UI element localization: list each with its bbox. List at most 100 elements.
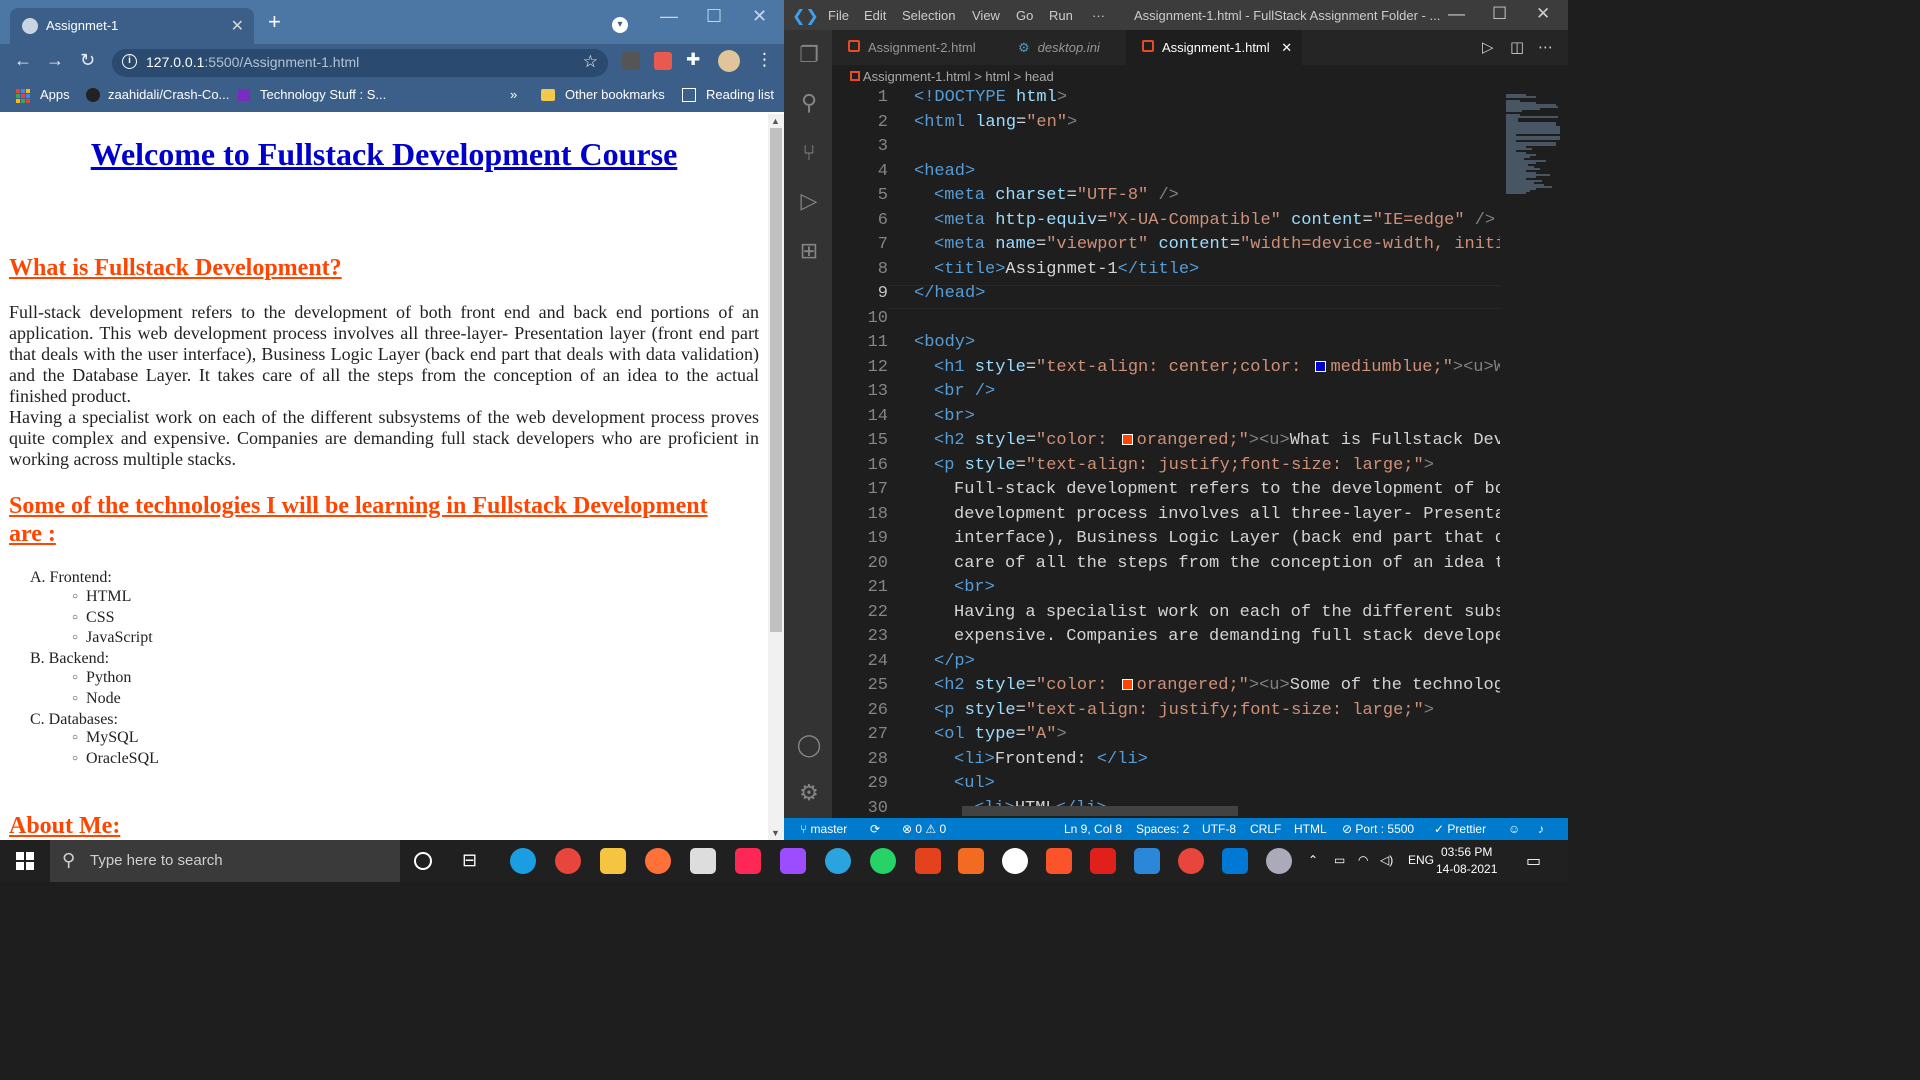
cortana-icon[interactable] [414,852,432,870]
indentation[interactable]: Spaces: 2 [1136,822,1189,836]
bookmark-star-icon[interactable]: ☆ [583,52,598,72]
color-swatch[interactable] [1315,360,1327,372]
close-window-icon[interactable]: ✕ [752,6,767,27]
notifications-icon[interactable]: ▭ [1526,851,1541,871]
reload-icon[interactable]: ↻ [80,50,95,71]
search-icon[interactable]: ⚲ [796,90,822,116]
office-icon[interactable] [915,848,941,874]
code-editor[interactable]: 1 2 3 4 5 6 7 8 9 10 11 12 13 14 15 16 17 18 19 20 21 22 23 24 2… [832,88,1568,818]
volume-icon[interactable]: ◁) [1380,853,1393,867]
chevron-up-icon[interactable]: ⌃ [1308,853,1318,867]
scroll-down-icon[interactable]: ▼ [771,828,780,838]
minimap[interactable] [1500,88,1568,818]
whatsapp-icon[interactable] [870,848,896,874]
extensions-icon[interactable]: ⊞ [796,238,822,264]
maximize-icon[interactable]: ☐ [1492,4,1507,24]
minimize-icon[interactable]: — [1448,4,1465,24]
settings-gear-icon[interactable]: ⚙ [796,780,822,806]
extension-icon[interactable] [654,52,672,70]
bookmark-apps[interactable]: Apps [40,87,70,102]
kebab-menu-icon[interactable]: ⋮ [756,50,774,69]
tab-assignment-2[interactable]: Assignment-2.html [832,30,1002,65]
source-control-icon[interactable]: ⑂ [796,140,822,166]
other-bookmarks[interactable]: Other bookmarks [565,87,665,102]
close-tab-icon[interactable]: ✕ [231,16,244,36]
breadcrumb-file[interactable]: Assignment-1.html [863,69,971,84]
battery-icon[interactable]: ▭ [1334,853,1345,867]
run-file-icon[interactable]: ▷ [1482,38,1494,56]
vscode-taskbar-icon[interactable] [1222,848,1248,874]
breadcrumb-html[interactable]: html [985,69,1010,84]
address-bar[interactable]: i 127.0.0.1:5500/Assignment-1.html ☆ [112,49,608,77]
line-ending[interactable]: CRLF [1250,822,1281,836]
menu-run[interactable]: Run [1049,8,1073,23]
maximize-icon[interactable]: ☐ [706,6,722,27]
menu-more[interactable]: ··· [1092,8,1105,23]
intellij-icon[interactable] [735,848,761,874]
info-icon[interactable]: i [122,54,137,69]
color-swatch[interactable] [1121,679,1133,691]
reading-list[interactable]: Reading list [706,87,774,102]
menu-selection[interactable]: Selection [902,8,955,23]
edge-icon[interactable] [510,848,536,874]
color-swatch[interactable] [1121,434,1133,446]
chrome-icon[interactable] [555,848,581,874]
notifications-bell-icon[interactable]: ♪ [1538,822,1544,836]
bookmarks-overflow[interactable]: » [510,87,517,102]
page-scrollbar[interactable]: ▲ ▼ [768,114,784,840]
language-mode[interactable]: HTML [1294,822,1327,836]
menu-view[interactable]: View [972,8,1000,23]
tab-assignment-1[interactable]: Assignment-1.html ✕ [1126,30,1302,65]
prettier-status[interactable]: ✓ Prettier [1434,822,1486,836]
extension-cube-icon[interactable] [622,52,640,70]
new-tab-button[interactable]: + [268,11,281,33]
encoding[interactable]: UTF-8 [1202,822,1236,836]
app-icon[interactable] [1002,848,1028,874]
live-server-port[interactable]: ⊘ Port : 5500 [1342,822,1414,836]
git-branch[interactable]: ⑂ master [800,822,847,836]
telegram-icon[interactable] [825,848,851,874]
input-language[interactable]: ENG [1408,853,1434,867]
chrome-icon[interactable] [1178,848,1204,874]
forward-icon[interactable]: → [46,50,64,71]
horizontal-scrollbar[interactable] [962,806,1238,816]
problems-indicator[interactable]: ⊗ 0 ⚠ 0 [902,822,946,836]
app-icon[interactable] [1266,848,1292,874]
accounts-icon[interactable]: ◯ [796,732,822,758]
explorer-icon[interactable]: ❐ [796,42,822,68]
cursor-position[interactable]: Ln 9, Col 8 [1064,822,1122,836]
scroll-up-icon[interactable]: ▲ [771,116,780,126]
store-icon[interactable] [690,848,716,874]
acrobat-icon[interactable] [1090,848,1116,874]
bookmark-technology[interactable]: Technology Stuff : S... [260,87,386,102]
scrollbar-thumb[interactable] [770,128,782,632]
file-explorer-icon[interactable] [600,848,626,874]
app-icon[interactable] [1134,848,1160,874]
bookmark-github[interactable]: zaahidali/Crash-Co... [108,87,229,102]
more-actions-icon[interactable]: ⋯ [1538,38,1553,56]
sync-icon[interactable]: ⟳ [870,822,880,836]
close-tab-icon[interactable]: ✕ [1281,40,1292,55]
minimize-icon[interactable]: — [660,6,678,27]
brave-icon[interactable] [1046,848,1072,874]
close-window-icon[interactable]: ✕ [1536,4,1550,24]
feedback-icon[interactable]: ☺ [1508,822,1520,836]
avatar[interactable] [718,50,740,72]
task-view-icon[interactable]: ⊟ [462,850,488,876]
app-icon[interactable] [958,848,984,874]
run-debug-icon[interactable]: ▷ [796,188,822,214]
tab-search-icon[interactable]: ▾ [612,17,628,33]
menu-go[interactable]: Go [1016,8,1033,23]
breadcrumb-head[interactable]: head [1025,69,1054,84]
app-icon[interactable] [780,848,806,874]
menu-file[interactable]: File [828,8,849,23]
firefox-icon[interactable] [645,848,671,874]
taskbar-search[interactable]: ⚲ Type here to search [50,840,400,882]
clock[interactable]: 03:56 PM 14-08-2021 [1436,844,1497,878]
back-icon[interactable]: ← [14,50,32,71]
puzzle-icon[interactable]: ✚ [686,50,704,69]
browser-tab[interactable]: Assignmet-1 ✕ [10,8,254,44]
menu-edit[interactable]: Edit [864,8,886,23]
windows-start-icon[interactable] [16,852,34,870]
split-editor-icon[interactable]: ◫ [1510,38,1524,56]
